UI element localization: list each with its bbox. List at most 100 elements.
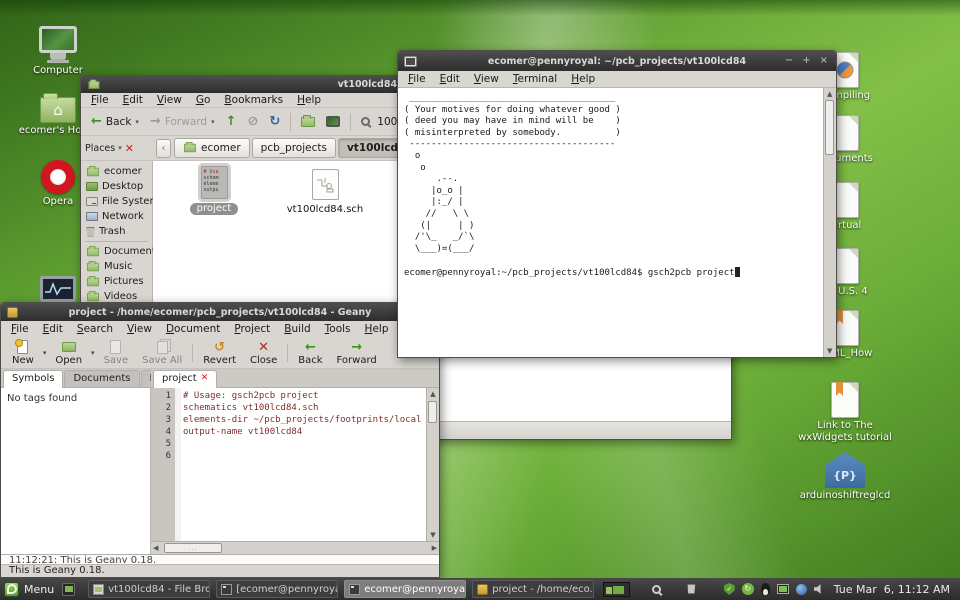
new-button[interactable]: New: [5, 338, 41, 368]
chevron-down-icon[interactable]: ▾: [211, 118, 215, 126]
zoom-out-button[interactable]: [357, 116, 374, 127]
workspace-switcher[interactable]: [603, 582, 630, 597]
chevron-down-icon[interactable]: ▾: [89, 349, 97, 357]
place-pictures[interactable]: Pictures: [81, 274, 152, 289]
desktop-icon-arduinoshiftreglcd[interactable]: {P} arduinoshiftreglcd: [797, 452, 893, 502]
tux-icon[interactable]: [761, 583, 770, 595]
trash-icon[interactable]: [687, 584, 696, 594]
menu-bookmarks[interactable]: Bookmarks: [217, 93, 290, 108]
nav-back-button[interactable]: ← Back: [291, 338, 329, 368]
breadcrumb-scroll-left[interactable]: ‹: [156, 139, 171, 158]
scroll-down-icon[interactable]: ▼: [827, 347, 832, 355]
menu-project[interactable]: Project: [227, 322, 277, 337]
close-icon[interactable]: ×: [820, 56, 828, 66]
menu-build[interactable]: Build: [277, 322, 317, 337]
menu-edit[interactable]: Edit: [433, 72, 467, 87]
taskbar-window-file-browser[interactable]: vt100lcd84 - File Bro...: [88, 580, 210, 598]
menu-edit[interactable]: Edit: [36, 322, 70, 337]
menu-terminal[interactable]: Terminal: [506, 72, 564, 87]
place-network[interactable]: Network: [81, 209, 152, 224]
place-documents[interactable]: Documents: [81, 244, 152, 259]
place-home[interactable]: ecomer: [81, 164, 152, 179]
breadcrumb-pcb-projects[interactable]: pcb_projects: [252, 138, 336, 158]
editor-vscrollbar[interactable]: ▲ ▼: [426, 388, 439, 541]
mint-menu-icon[interactable]: [4, 582, 19, 597]
chevron-down-icon[interactable]: ▾: [135, 118, 139, 126]
scroll-down-icon[interactable]: ▼: [430, 531, 435, 539]
file-vt100lcd84-sch[interactable]: vt100lcd84.sch: [277, 169, 373, 215]
save-button[interactable]: Save: [97, 338, 136, 368]
search-icon[interactable]: [652, 585, 661, 594]
scroll-up-icon[interactable]: ▲: [827, 90, 832, 98]
scrollbar-thumb[interactable]: ...: [164, 543, 222, 553]
menu-edit[interactable]: Edit: [116, 93, 150, 108]
scroll-right-icon[interactable]: ▶: [432, 544, 437, 552]
close-button[interactable]: ✕ Close: [243, 338, 284, 368]
menu-view[interactable]: View: [150, 93, 189, 108]
tab-symbols[interactable]: Symbols: [3, 370, 63, 388]
geany-titlebar[interactable]: project - /home/ecomer/pcb_projects/vt10…: [1, 303, 439, 321]
menu-search[interactable]: Search: [70, 322, 120, 337]
update-manager-icon[interactable]: ↻: [742, 583, 754, 595]
menu-file[interactable]: File: [401, 72, 433, 87]
code-editor[interactable]: 1 # Usage: gsch2pcb project 2 schematics…: [151, 388, 439, 541]
editor-hscrollbar[interactable]: ◀ ... ▶: [151, 541, 439, 554]
menu-help[interactable]: Help: [358, 322, 396, 337]
stop-button[interactable]: ⊘: [243, 114, 262, 129]
terminal-screen[interactable]: ______________________________________ (…: [398, 88, 836, 357]
taskbar-window-terminal-active[interactable]: ecomer@pennyroyal...: [344, 580, 466, 598]
menu-go[interactable]: Go: [189, 93, 218, 108]
menu-file[interactable]: File: [4, 322, 36, 337]
panel-applet-icon[interactable]: [62, 583, 75, 596]
tab-documents[interactable]: Documents: [64, 370, 139, 387]
chevron-down-icon[interactable]: ▾: [118, 144, 122, 152]
scrollbar-thumb[interactable]: [825, 100, 834, 155]
place-trash[interactable]: Trash: [81, 224, 152, 239]
menu-view[interactable]: View: [467, 72, 506, 87]
volume-icon[interactable]: [814, 584, 824, 594]
file-project[interactable]: # Usa schem eleme outpu project: [181, 166, 247, 215]
back-button[interactable]: ← Back ▾: [87, 114, 143, 129]
menu-help[interactable]: Help: [564, 72, 602, 87]
menu-document[interactable]: Document: [159, 322, 227, 337]
reload-button[interactable]: ↻: [265, 114, 284, 129]
geany-icon: [477, 584, 488, 595]
chevron-down-icon[interactable]: ▾: [41, 349, 49, 357]
terminal-scrollbar[interactable]: ▲ ▼: [823, 88, 836, 357]
taskbar-window-geany[interactable]: project - /home/eco...: [472, 580, 594, 598]
breadcrumb-ecomer[interactable]: ecomer: [174, 138, 250, 158]
up-button[interactable]: ↑: [222, 114, 241, 129]
maximize-icon[interactable]: +: [802, 56, 810, 66]
scroll-up-icon[interactable]: ▲: [430, 390, 435, 398]
bluetooth-globe-icon[interactable]: [796, 584, 807, 595]
menu-help[interactable]: Help: [290, 93, 328, 108]
close-tab-icon[interactable]: ✕: [201, 374, 209, 383]
nav-forward-button[interactable]: → Forward: [330, 338, 384, 368]
terminal-titlebar[interactable]: ecomer@pennyroyal: ~/pcb_projects/vt100l…: [398, 51, 836, 71]
menu-tools[interactable]: Tools: [318, 322, 358, 337]
save-all-button[interactable]: Save All: [135, 338, 189, 368]
place-desktop[interactable]: Desktop: [81, 179, 152, 194]
desktop-icon-computer[interactable]: Computer: [10, 26, 106, 77]
minimize-icon[interactable]: −: [785, 56, 793, 66]
menu-file[interactable]: File: [84, 93, 116, 108]
scroll-left-icon[interactable]: ◀: [153, 544, 158, 552]
desktop-icon: [86, 182, 98, 191]
place-music[interactable]: Music: [81, 259, 152, 274]
close-sidebar-icon[interactable]: ✕: [125, 142, 134, 155]
home-button[interactable]: [297, 116, 319, 128]
desktop-icon-wxwidgets-link[interactable]: Link to The wxWidgets tutorial: [797, 382, 893, 444]
line-number: 3: [151, 414, 175, 426]
computer-button[interactable]: [322, 115, 344, 128]
menu-button[interactable]: Menu: [24, 583, 54, 596]
menu-view[interactable]: View: [120, 322, 159, 337]
network-monitor-icon[interactable]: [777, 584, 789, 594]
scrollbar-thumb[interactable]: [428, 401, 437, 423]
taskbar-window-terminal-minimized[interactable]: [ecomer@pennyroya...: [216, 580, 338, 598]
forward-button[interactable]: → Forward ▾: [146, 114, 219, 129]
security-shield-icon[interactable]: ✓: [724, 583, 735, 595]
place-filesystem[interactable]: File System: [81, 194, 152, 209]
open-button[interactable]: Open: [48, 338, 89, 368]
revert-button[interactable]: ↺ Revert: [196, 338, 243, 368]
tab-project-file[interactable]: project ✕: [153, 370, 217, 388]
